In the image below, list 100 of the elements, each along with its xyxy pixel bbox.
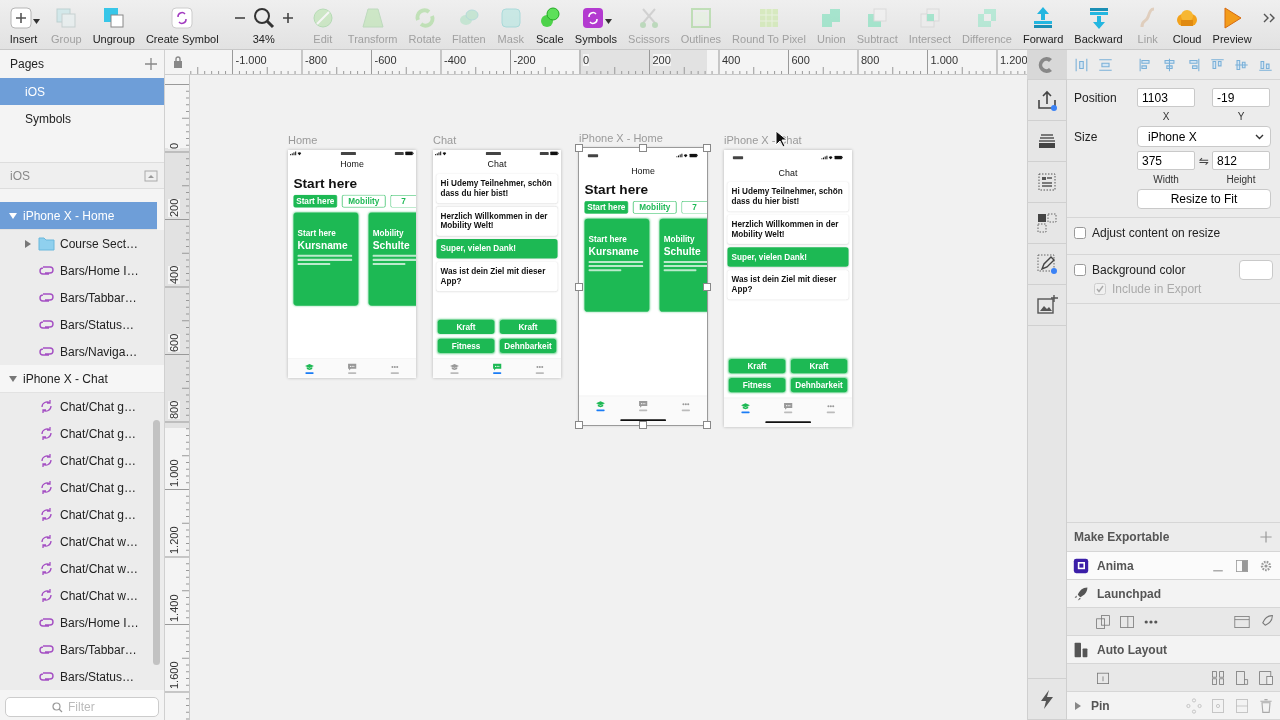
artboard[interactable]: Chat Hi Udemy Teilnehmer, schön dass du hier bist! Herzlich Willkommen in der Mobility Welt! Super, vielen Dank! Was ist dein Ziel mit dieser App? Kraft Kraft Fitness Dehnbarkeit — [724, 150, 852, 427]
layer-item[interactable]: Bars/Status… — [0, 663, 164, 690]
add-icon[interactable] — [1258, 529, 1274, 545]
shapes-icon[interactable] — [1036, 212, 1058, 234]
ruler-label: -800 — [305, 54, 328, 66]
trash-icon[interactable] — [1258, 697, 1274, 714]
lock-icon[interactable] — [172, 56, 183, 68]
tab-bar-item[interactable] — [740, 402, 751, 413]
toolbar-button[interactable]: Backward — [1073, 4, 1124, 45]
x-field[interactable]: 1103 — [1137, 88, 1195, 107]
layer-item[interactable]: Chat/Chat g… — [0, 447, 164, 474]
toolbar-button[interactable]: Insert — [6, 4, 41, 45]
signal-icon — [290, 151, 302, 156]
artboard[interactable]: Chat Hi Udemy Teilnehmer, schön dass du hier bist! Herzlich Willkommen in der Mobility Welt! Super, vielen Dank! Was ist dein Ziel mit dieser App? Kraft Kraft Fitness Dehnbarkeit — [433, 150, 561, 378]
layer-item[interactable]: Chat/Chat g… — [0, 393, 164, 420]
layer-item[interactable]: Course Sect… — [0, 230, 164, 257]
scrollbar[interactable] — [153, 420, 160, 665]
page-item[interactable]: Symbols — [0, 105, 164, 132]
toolbar-button[interactable]: Cloud — [1171, 4, 1203, 45]
artboard[interactable]: Home Start here Start here Mobility 7 Start here Kursname Mobility Schulte — [288, 150, 416, 378]
layer-item[interactable]: Chat/Chat g… — [0, 501, 164, 528]
selection-handle[interactable] — [703, 144, 711, 152]
add-icon[interactable] — [144, 57, 158, 71]
toolbar-button[interactable]: Ungroup — [91, 4, 136, 45]
zoom-in-button[interactable] — [281, 11, 294, 24]
tablet-icon[interactable] — [1119, 613, 1135, 630]
tab-bar-item[interactable] — [782, 402, 794, 413]
panel-icon[interactable] — [1234, 557, 1250, 574]
selection-handle[interactable] — [703, 421, 711, 429]
tab-bar-item[interactable] — [637, 400, 649, 411]
resize-to-fit-button[interactable]: Resize to Fit — [1137, 189, 1271, 209]
checkbox-label: Adjust content on resize — [1092, 226, 1222, 240]
chat-icon — [346, 362, 358, 371]
color-swatch[interactable] — [1239, 260, 1273, 280]
tab-bar-item[interactable] — [825, 402, 836, 413]
disclosure-triangle-icon[interactable] — [23, 238, 33, 249]
layer-item[interactable]: Bars/Home I… — [0, 609, 164, 636]
pin-horizontal-icon[interactable] — [1234, 697, 1250, 714]
cap-icon — [304, 362, 315, 371]
distribute-vertical-icon[interactable] — [1096, 56, 1114, 73]
disclosure-triangle-icon[interactable] — [1073, 700, 1083, 711]
layer-item[interactable]: Bars/Tabbar… — [0, 636, 164, 663]
toolbar-button[interactable]: Scale — [534, 4, 565, 45]
ruler-label: -400 — [444, 54, 467, 66]
nav-title: Home — [630, 164, 656, 178]
toolbar-button[interactable]: Preview — [1211, 4, 1253, 45]
selection-handle[interactable] — [639, 421, 647, 429]
size-dropdown[interactable]: iPhone X — [1137, 126, 1271, 147]
toolbar-button[interactable]: Create Symbol — [144, 4, 220, 45]
artboard[interactable]: Home Start here Start here Mobility 7 Start here Kursname Mobility Schulte — [579, 148, 707, 425]
selection-handle[interactable] — [575, 421, 583, 429]
sync-icon[interactable] — [1095, 613, 1111, 630]
upload-icon[interactable] — [1036, 89, 1058, 111]
devices-icon[interactable] — [1258, 669, 1274, 686]
disclosure-triangle-icon[interactable] — [8, 210, 18, 221]
distribute-horizontal-icon[interactable] — [1073, 56, 1090, 73]
checkbox[interactable] — [1074, 264, 1086, 276]
height-field[interactable]: 812 — [1212, 151, 1270, 170]
list-icon[interactable] — [1036, 171, 1058, 193]
selection-handle[interactable] — [639, 144, 647, 152]
tab-bar-item[interactable] — [449, 362, 460, 374]
checkbox[interactable] — [1074, 227, 1086, 239]
collapse-icon[interactable] — [144, 168, 158, 183]
tab-bar-item[interactable] — [346, 362, 358, 374]
selection-handle[interactable] — [703, 282, 711, 291]
grid-icon[interactable] — [1210, 669, 1226, 686]
layer-item[interactable]: Chat/Chat g… — [0, 474, 164, 501]
symbol-icon — [38, 317, 55, 332]
chat-message: Was ist dein Ziel mit dieser App? — [727, 270, 849, 300]
device-icon[interactable] — [1234, 669, 1250, 686]
tab-bar-item[interactable] — [304, 362, 315, 374]
layer-item[interactable]: Bars/Status… — [0, 311, 164, 338]
layer-item[interactable]: Bars/Naviga… — [0, 338, 164, 365]
toolbar-button[interactable]: Forward — [1021, 4, 1065, 45]
nav-title: Home — [339, 158, 365, 172]
filter-field[interactable]: Filter — [5, 697, 159, 717]
pen-icon[interactable] — [1036, 253, 1058, 275]
add-image-icon[interactable] — [1036, 294, 1058, 316]
ratio-lock-button[interactable]: ⇋ — [1196, 153, 1212, 168]
tab-bar-item[interactable] — [595, 400, 606, 411]
layer-item[interactable]: Chat/Chat w… — [0, 528, 164, 555]
selection-handle[interactable] — [575, 144, 583, 152]
pin-vertical-icon[interactable] — [1210, 697, 1226, 714]
toolbar-button[interactable]: Symbols — [573, 4, 619, 45]
symbol-icon — [38, 642, 55, 657]
layer-item[interactable]: Chat/Chat g… — [0, 420, 164, 447]
chat-icon — [491, 362, 503, 371]
layer-item[interactable]: Chat/Chat w… — [0, 582, 164, 609]
layer-item[interactable]: Bars/Home I… — [0, 257, 164, 284]
selection-handle[interactable] — [575, 282, 583, 291]
tab-bar-item[interactable] — [680, 400, 691, 411]
y-field[interactable]: -19 — [1212, 88, 1270, 107]
width-field[interactable]: 375 — [1137, 151, 1195, 170]
battery-level-mark — [539, 151, 549, 155]
layer-item[interactable]: Bars/Tabbar… — [0, 284, 164, 311]
disclosure-triangle-icon[interactable] — [8, 373, 18, 384]
layer-item[interactable]: Chat/Chat w… — [0, 555, 164, 582]
cap-icon — [595, 400, 606, 409]
window-icon[interactable] — [1234, 613, 1250, 630]
tab-bar-item[interactable] — [491, 362, 503, 374]
